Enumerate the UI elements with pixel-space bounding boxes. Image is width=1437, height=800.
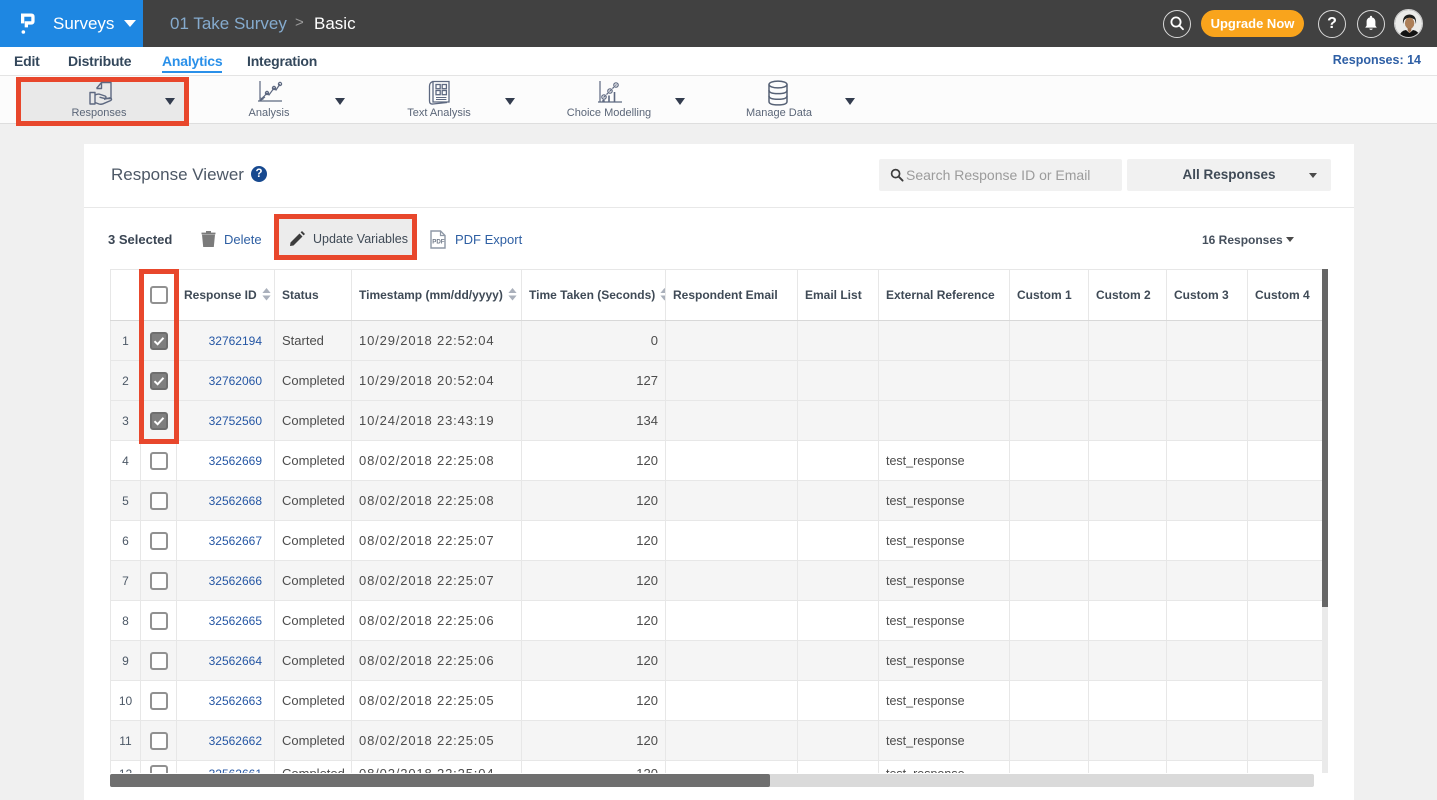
svg-text:PDF: PDF: [432, 239, 445, 246]
